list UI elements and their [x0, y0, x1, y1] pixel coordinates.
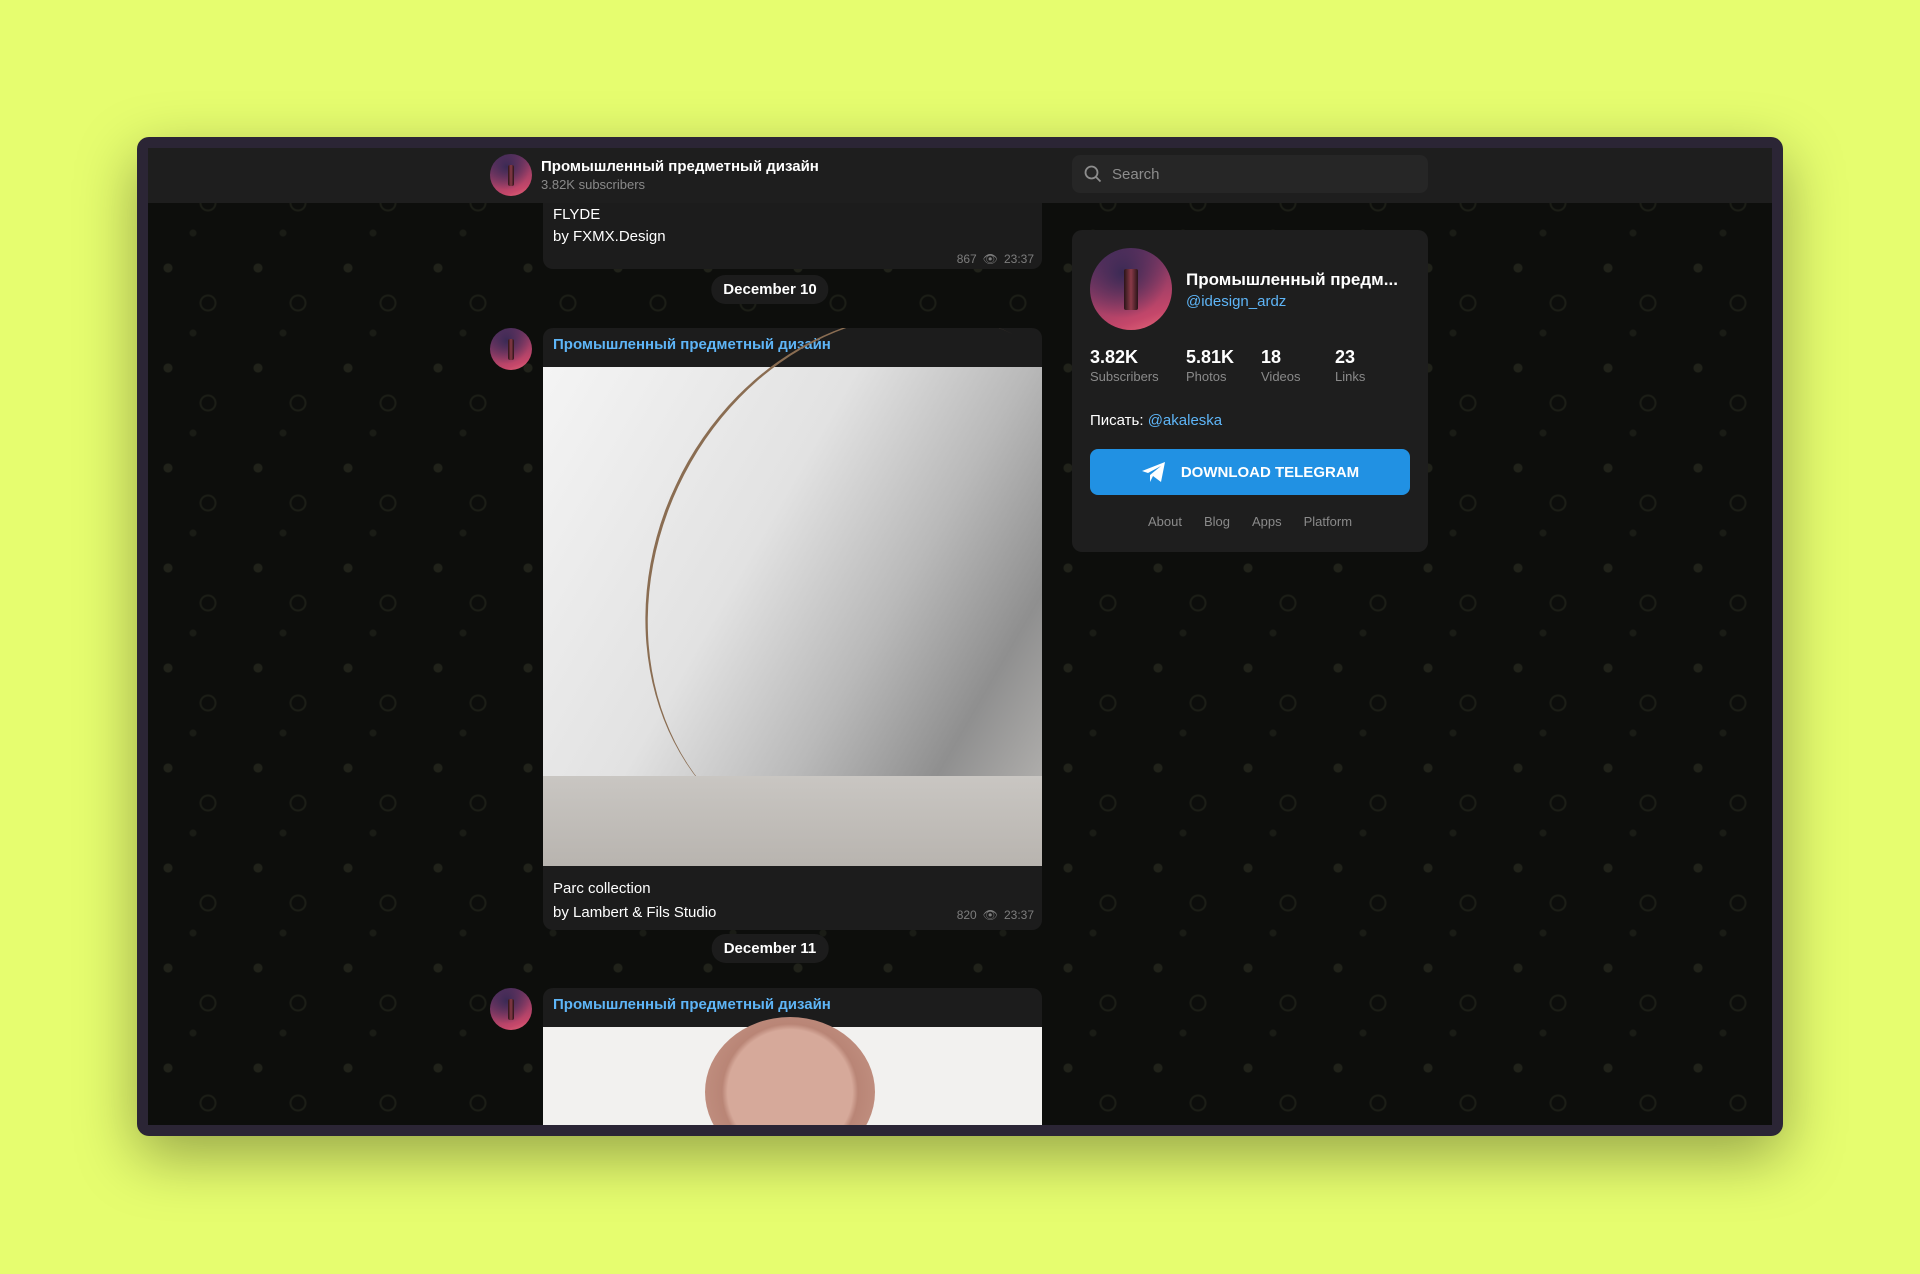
stat-links: 23 Links: [1335, 347, 1366, 384]
search-input[interactable]: Search: [1072, 155, 1428, 193]
link-blog[interactable]: Blog: [1204, 514, 1230, 529]
search-placeholder: Search: [1112, 166, 1160, 183]
app-window: FLYDE by FXMX.Design 867 👁 23:37 December …: [137, 137, 1783, 1136]
link-platform[interactable]: Platform: [1304, 514, 1352, 529]
download-telegram-button[interactable]: DOWNLOAD TELEGRAM: [1090, 449, 1410, 495]
channel-info-panel: Промышленный предм... @idesign_ardz 3.82…: [1072, 230, 1428, 552]
stat-photos: 5.81K Photos: [1186, 347, 1235, 384]
contact-link[interactable]: @akaleska: [1148, 412, 1222, 429]
contact-label: Писать:: [1090, 412, 1144, 429]
chat-area: FLYDE by FXMX.Design 867 👁 23:37 December …: [148, 148, 1772, 1125]
download-label: DOWNLOAD TELEGRAM: [1180, 463, 1360, 481]
stat-subscribers: 3.82K Subscribers: [1090, 347, 1159, 384]
message-bubble: Промышленный предметный дизайн: [543, 988, 1042, 1125]
post-photo[interactable]: [543, 328, 1042, 930]
channel-title[interactable]: Промышленный предметный дизайн: [541, 158, 819, 175]
message-time: 23:37: [1003, 252, 1034, 266]
header-avatar[interactable]: [490, 154, 532, 196]
message-text: FLYDE: [553, 206, 601, 223]
message-text: Parc collection: [553, 880, 651, 897]
message-text: by FXMX.Design: [553, 228, 666, 245]
post-photo[interactable]: [543, 1017, 1042, 1125]
message-bubble: Промышленный предметный дизайн Parc coll…: [543, 328, 1042, 930]
chat-header: Промышленный предметный дизайн 3.82K sub…: [148, 148, 1772, 203]
eye-icon: 👁: [982, 908, 998, 922]
subscriber-count: 3.82K subscribers: [541, 177, 646, 192]
telegram-plane-icon: [1141, 462, 1165, 482]
message-author[interactable]: Промышленный предметный дизайн: [553, 336, 831, 353]
message-time: 23:37: [1003, 908, 1034, 922]
message-author[interactable]: Промышленный предметный дизайн: [553, 996, 831, 1013]
contact-line: Писать: @akaleska: [1090, 412, 1222, 429]
channel-avatar-large: [1090, 248, 1172, 330]
channel-avatar[interactable]: [490, 988, 532, 1030]
eye-icon: 👁: [982, 252, 998, 266]
stat-videos: 18 Videos: [1261, 347, 1301, 384]
date-separator: December 10: [711, 275, 829, 304]
footer-links: About Blog Apps Platform: [1072, 514, 1428, 529]
message-meta: 820 👁 23:37: [957, 908, 1034, 922]
link-apps[interactable]: Apps: [1252, 514, 1282, 529]
search-icon: [1084, 165, 1102, 183]
message-meta: 867 👁 23:37: [957, 252, 1034, 266]
message-text: by Lambert & Fils Studio: [553, 904, 717, 921]
channel-avatar[interactable]: [490, 328, 532, 370]
date-separator: December 11: [711, 934, 829, 963]
link-about[interactable]: About: [1148, 514, 1182, 529]
panel-handle[interactable]: @idesign_ardz: [1186, 293, 1286, 310]
view-count: 820: [956, 908, 977, 922]
panel-title: Промышленный предм...: [1186, 270, 1398, 289]
view-count: 867: [956, 252, 977, 266]
